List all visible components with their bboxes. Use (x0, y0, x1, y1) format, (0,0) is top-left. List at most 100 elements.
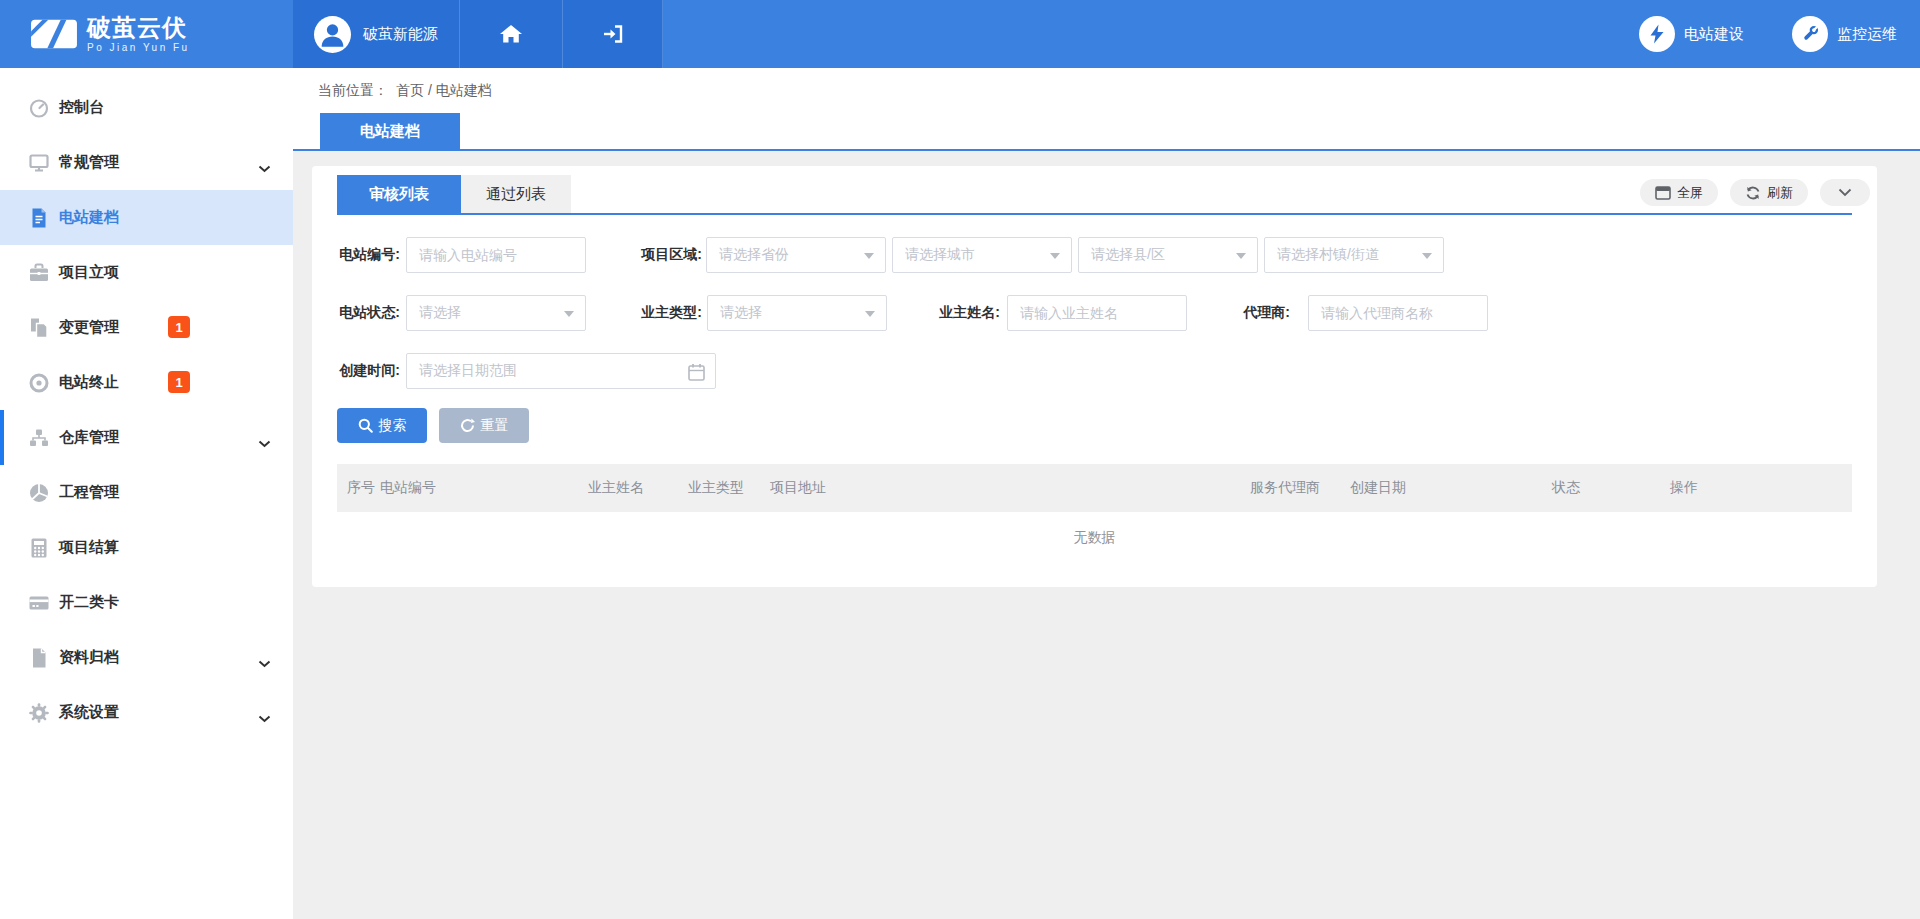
sidebar-item-system-settings[interactable]: 系统设置 (0, 685, 293, 740)
wrench-icon (1792, 16, 1828, 52)
logo: 破茧云伏 Po Jian Yun Fu (0, 0, 293, 68)
refresh-button[interactable]: 刷新 (1730, 179, 1808, 206)
home-button[interactable] (460, 0, 563, 68)
badge-count: 1 (168, 316, 190, 338)
sidebar-item-console[interactable]: 控制台 (0, 80, 293, 135)
empty-placeholder: 无数据 (337, 512, 1852, 587)
agent-input[interactable] (1308, 295, 1488, 331)
caret-down-icon (1050, 253, 1060, 259)
table-header: 序号 电站编号 业主姓名 业主类型 项目地址 服务代理商 创建日期 状态 操作 (337, 464, 1852, 512)
copy-documents-icon (28, 317, 50, 339)
nav-monitoring-label: 监控运维 (1837, 25, 1897, 44)
chevron-down-icon (258, 159, 271, 177)
user-cell[interactable]: 破茧新能源 (293, 0, 460, 68)
credit-card-icon (28, 592, 50, 614)
refresh-icon (1745, 185, 1761, 201)
nav-monitoring[interactable]: 监控运维 (1792, 16, 1897, 52)
reset-icon (460, 418, 475, 433)
logout-icon (601, 22, 625, 46)
tab-passed-list[interactable]: 通过列表 (461, 175, 571, 213)
agent-label: 代理商: (1237, 304, 1290, 322)
sidebar-item-project-initiation[interactable]: 项目立项 (0, 245, 293, 300)
page-tabstrip: 电站建档 (293, 113, 1920, 151)
lightning-icon (1639, 16, 1675, 52)
home-icon (499, 22, 523, 46)
sidebar-item-data-archive[interactable]: 资料归档 (0, 630, 293, 685)
district-select[interactable]: 请选择县/区 (1078, 237, 1258, 273)
panel-tabs: 审核列表 通过列表 全屏 刷新 (337, 175, 1852, 215)
search-icon (358, 418, 373, 433)
col-create-date: 创建日期 (1350, 479, 1552, 497)
nav-construction[interactable]: 电站建设 (1639, 16, 1744, 52)
sidebar: 控制台 常规管理 电站建档 项目立项 变更管理 1 电站终止 1 (0, 68, 293, 919)
fullscreen-button[interactable]: 全屏 (1640, 179, 1718, 206)
sidebar-item-station-termination[interactable]: 电站终止 1 (0, 355, 293, 410)
logo-icon (30, 12, 78, 56)
sidebar-item-engineering-mgmt[interactable]: 工程管理 (0, 465, 293, 520)
caret-down-icon (864, 253, 874, 259)
page-tab-station-archive[interactable]: 电站建档 (320, 113, 460, 149)
breadcrumb-path[interactable]: 首页 / 电站建档 (396, 82, 492, 100)
sidebar-item-open-card[interactable]: 开二类卡 (0, 575, 293, 630)
logo-subtitle: Po Jian Yun Fu (87, 42, 190, 53)
owner-type-label: 业主类型: (637, 304, 702, 322)
caret-down-icon (1422, 253, 1432, 259)
logo-title: 破茧云伏 (87, 15, 190, 40)
chevron-down-icon (258, 434, 271, 452)
dashboard-icon (28, 97, 50, 119)
target-icon (28, 372, 50, 394)
town-select[interactable]: 请选择村镇/街道 (1264, 237, 1444, 273)
sitemap-icon (28, 427, 50, 449)
calendar-icon (688, 363, 705, 381)
create-time-label: 创建时间: (337, 362, 400, 380)
sidebar-item-change-mgmt[interactable]: 变更管理 1 (0, 300, 293, 355)
station-status-select[interactable]: 请选择 (406, 295, 586, 331)
search-button[interactable]: 搜索 (337, 408, 427, 443)
col-station-no: 电站编号 (380, 479, 588, 497)
sidebar-item-warehouse-mgmt[interactable]: 仓库管理 (0, 410, 293, 465)
breadcrumb: 当前位置： 首页 / 电站建档 (293, 68, 1920, 113)
province-select[interactable]: 请选择省份 (706, 237, 886, 273)
document-icon (28, 207, 50, 229)
region-label: 项目区域: (637, 246, 702, 264)
monitor-icon (28, 152, 50, 174)
tab-review-list[interactable]: 审核列表 (337, 175, 461, 213)
col-owner-type: 业主类型 (688, 479, 770, 497)
sidebar-item-general-mgmt[interactable]: 常规管理 (0, 135, 293, 190)
badge-count: 1 (168, 371, 190, 393)
station-status-label: 电站状态: (337, 304, 400, 322)
col-actions: 操作 (1670, 479, 1852, 497)
collapse-button[interactable] (1820, 179, 1870, 206)
caret-down-icon (564, 311, 574, 317)
owner-name-input[interactable] (1007, 295, 1187, 331)
briefcase-icon (28, 262, 50, 284)
city-select[interactable]: 请选择城市 (892, 237, 1072, 273)
date-range-input[interactable]: 请选择日期范围 (406, 353, 716, 389)
col-owner-name: 业主姓名 (588, 479, 688, 497)
results-table: 序号 电站编号 业主姓名 业主类型 项目地址 服务代理商 创建日期 状态 操作 … (337, 464, 1852, 587)
station-no-input[interactable] (406, 237, 586, 273)
sidebar-item-station-archive[interactable]: 电站建档 (0, 190, 293, 245)
pie-gauge-icon (28, 482, 50, 504)
avatar (314, 16, 351, 53)
col-seq: 序号 (347, 479, 380, 497)
calculator-icon (28, 537, 50, 559)
chevron-down-icon (258, 709, 271, 727)
company-name: 破茧新能源 (363, 25, 438, 44)
breadcrumb-prefix: 当前位置： (318, 82, 388, 100)
logout-button[interactable] (563, 0, 663, 68)
sidebar-item-project-settlement[interactable]: 项目结算 (0, 520, 293, 575)
user-icon (314, 16, 351, 53)
station-no-label: 电站编号: (337, 246, 400, 264)
caret-down-icon (1236, 253, 1246, 259)
chevron-down-icon (1838, 188, 1852, 197)
col-status: 状态 (1552, 479, 1670, 497)
app-header: 破茧云伏 Po Jian Yun Fu 破茧新能源 (0, 0, 1920, 68)
col-service-agent: 服务代理商 (1250, 479, 1350, 497)
chevron-down-icon (258, 654, 271, 672)
nav-construction-label: 电站建设 (1684, 25, 1744, 44)
owner-type-select[interactable]: 请选择 (707, 295, 887, 331)
main-content: 当前位置： 首页 / 电站建档 电站建档 审核列表 通过列表 全屏 刷新 (293, 68, 1920, 919)
fullscreen-icon (1655, 186, 1671, 200)
reset-button[interactable]: 重置 (439, 408, 529, 443)
